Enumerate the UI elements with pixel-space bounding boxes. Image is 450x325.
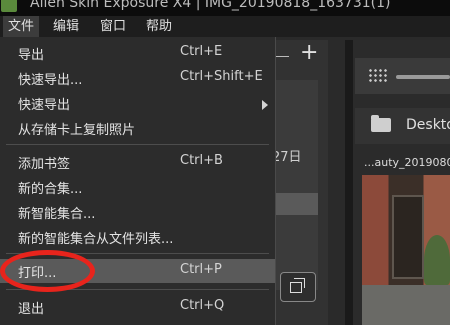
thumbnail-caption: ...auty_2019080 bbox=[364, 156, 450, 169]
date-label: 27日 bbox=[272, 150, 302, 165]
red-circle-annotation bbox=[0, 250, 95, 292]
folder-icon bbox=[371, 115, 391, 132]
menu-item-quick-export-submenu[interactable]: 快速导出 bbox=[0, 91, 275, 115]
window-titlebar: Alien Skin Exposure X4 | IMG_20190818_16… bbox=[0, 0, 450, 16]
window-icon bbox=[290, 282, 302, 293]
menu-edit[interactable]: 编辑 bbox=[48, 16, 84, 37]
menu-item-shortcut: Ctrl+P bbox=[180, 262, 222, 277]
menu-item-label: 新的智能集合从文件列表... bbox=[18, 232, 174, 247]
menu-item-exit[interactable]: 退出 Ctrl+Q bbox=[0, 295, 275, 319]
menu-item-add-bookmark[interactable]: 添加书签 Ctrl+B bbox=[0, 150, 275, 174]
menu-item-label: 快速导出 bbox=[18, 98, 71, 113]
thumbnail-door bbox=[392, 195, 424, 279]
menu-item-new-collection[interactable]: 新的合集... bbox=[0, 175, 275, 199]
menu-item-label: 快速导出... bbox=[18, 73, 83, 88]
menu-item-label: 新智能集合... bbox=[18, 207, 96, 222]
panel-divider[interactable] bbox=[345, 40, 353, 325]
submenu-arrow-icon bbox=[262, 100, 268, 110]
menu-item-label: 新的合集... bbox=[18, 182, 83, 197]
menu-file[interactable]: 文件 bbox=[3, 16, 40, 37]
menu-item-label: 导出 bbox=[18, 48, 45, 63]
window-title: Alien Skin Exposure X4 | IMG_20190818_16… bbox=[30, 0, 391, 11]
grid-view-icon[interactable] bbox=[368, 68, 388, 84]
menu-item-export[interactable]: 导出 Ctrl+E bbox=[0, 41, 275, 65]
menu-item-new-smart-collection[interactable]: 新智能集合... bbox=[0, 200, 275, 224]
menu-item-smart-collection-from-list[interactable]: 新的智能集合从文件列表... bbox=[0, 225, 275, 249]
thumbnail-ground bbox=[362, 285, 450, 325]
menu-item-copy-from-card[interactable]: 从存储卡上复制照片 bbox=[0, 116, 275, 140]
menu-item-shortcut: Ctrl+E bbox=[180, 44, 223, 59]
thumbnail-plant bbox=[424, 235, 450, 285]
photo-thumbnail[interactable] bbox=[362, 175, 450, 325]
menu-item-shortcut: Ctrl+Shift+E bbox=[180, 69, 263, 84]
menu-bar: 文件 编辑 窗口 帮助 bbox=[0, 16, 450, 37]
app-icon bbox=[1, 0, 17, 12]
menu-item-shortcut: Ctrl+Q bbox=[180, 298, 225, 313]
menu-window[interactable]: 窗口 bbox=[95, 16, 131, 37]
menu-help[interactable]: 帮助 bbox=[141, 16, 177, 37]
menu-item-quick-export-dialog[interactable]: 快速导出... Ctrl+Shift+E bbox=[0, 66, 275, 90]
menu-separator bbox=[6, 144, 269, 145]
plus-icon[interactable]: + bbox=[300, 42, 318, 64]
menu-item-label: 添加书签 bbox=[18, 157, 71, 172]
thumbnail-size-slider[interactable] bbox=[396, 75, 450, 79]
folder-label[interactable]: Desktop bbox=[406, 117, 450, 133]
menu-item-label: 从存储卡上复制照片 bbox=[18, 123, 136, 138]
minus-icon[interactable] bbox=[275, 56, 289, 57]
menu-item-label: 退出 bbox=[18, 302, 45, 317]
menu-item-shortcut: Ctrl+B bbox=[180, 153, 223, 168]
view-toggle-button[interactable] bbox=[280, 272, 316, 302]
